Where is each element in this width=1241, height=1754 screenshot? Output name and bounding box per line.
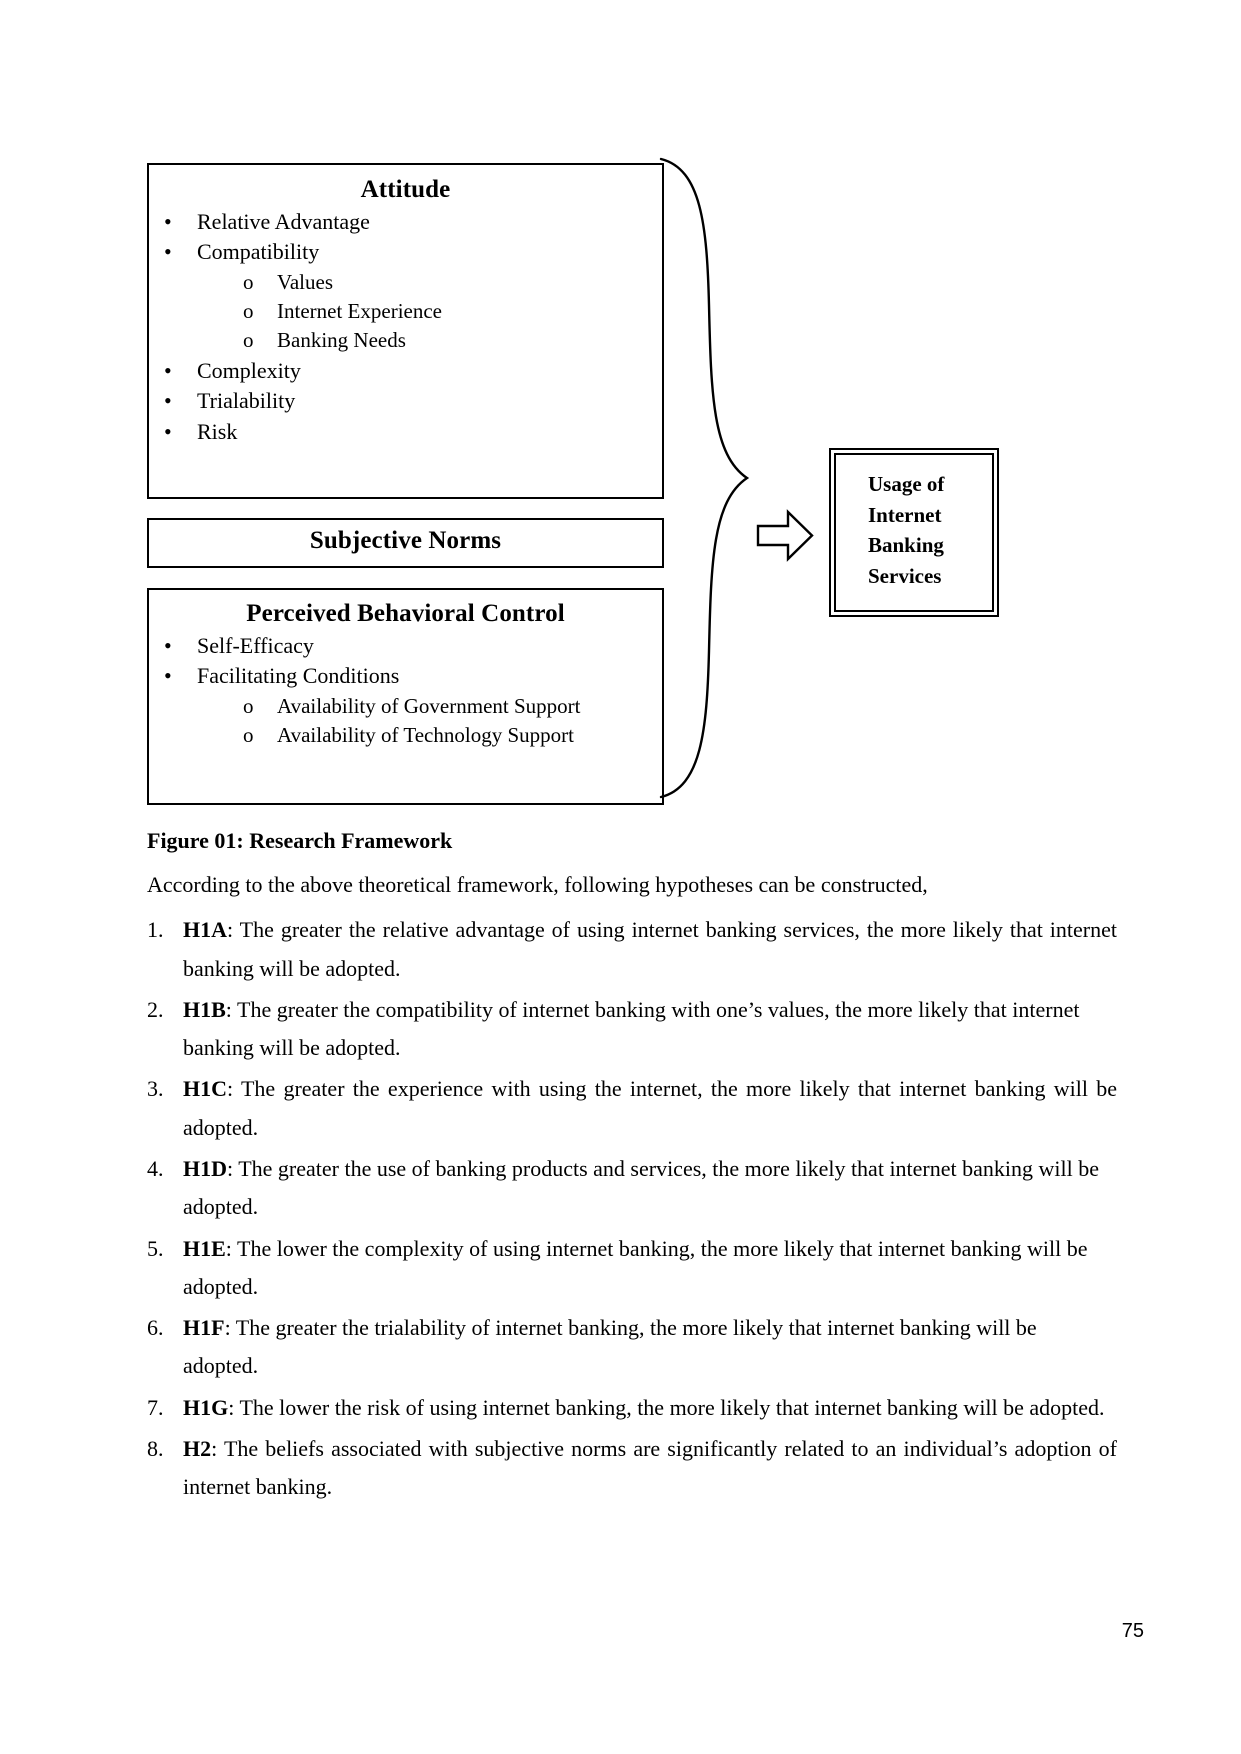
- hypothesis-tag: H1A: [183, 917, 227, 943]
- hypothesis-tag: H1D: [183, 1155, 227, 1181]
- bullet-icon: •: [164, 388, 172, 414]
- bullet-icon: •: [164, 208, 172, 234]
- hypothesis-text: H1B: The greater the compatibility of in…: [183, 991, 1117, 1068]
- subjective-norms-box-title: Subjective Norms: [309, 527, 502, 554]
- right-curly-brace-icon: [659, 157, 750, 799]
- hypothesis-body: : The greater the experience with using …: [183, 1076, 1117, 1140]
- hypothesis-item: H1G: The lower the risk of using interne…: [147, 1389, 1117, 1428]
- bullet-icon: •: [164, 357, 172, 383]
- perceived-behavioral-control-box: Perceived Behavioral Control • Self-Effic…: [147, 588, 664, 805]
- hypothesis-body: : The beliefs associated with subjective…: [183, 1435, 1117, 1500]
- usage-box-line: Banking: [868, 533, 944, 558]
- bullet-icon: •: [164, 419, 172, 445]
- bullet-icon: •: [164, 239, 172, 265]
- list-item: • Facilitating Conditions o Availability of…: [149, 661, 662, 750]
- list-item: • Compatibility o Values o Internet Experienc…: [149, 237, 662, 356]
- attitude-box-title: Attitude: [360, 176, 451, 203]
- sub-list-item: o Internet Experience: [227, 297, 662, 326]
- perceived-behavioral-control-item-list: • Self-Efficacy • Facilitating Conditions o A…: [149, 631, 662, 751]
- hypothesis-tag: H1C: [183, 1076, 227, 1102]
- sub-item-list: o Availability of Government Support o Avai…: [227, 692, 662, 751]
- sub-list-item-label: Values: [277, 269, 333, 294]
- list-item-label: Trialability: [197, 388, 296, 414]
- usage-box-inner-border: Usage of Internet Banking Services: [834, 453, 994, 612]
- hypothesis-tag: H1G: [183, 1394, 229, 1420]
- bullet-icon: •: [164, 632, 172, 658]
- list-item-label: Relative Advantage: [197, 208, 370, 234]
- hypothesis-text: H1F: The greater the trialability of int…: [183, 1309, 1117, 1386]
- research-framework-figure: Attitude • Relative Advantage • Compatibili…: [0, 0, 1241, 820]
- hypothesis-body: : The greater the compatibility of inter…: [183, 996, 1080, 1061]
- sub-list-item: o Banking Needs: [227, 326, 662, 355]
- list-item: • Risk: [149, 417, 662, 448]
- sub-list-item-label: Internet Experience: [277, 299, 442, 324]
- hypothesis-body: : The lower the complexity of using inte…: [183, 1235, 1088, 1299]
- list-item-label: Risk: [197, 419, 238, 445]
- hypothesis-body: : The greater the relative advantage of …: [183, 917, 1117, 981]
- hypothesis-tag: H1E: [183, 1235, 226, 1261]
- intro-paragraph: According to the above theoretical frame…: [147, 871, 928, 897]
- usage-of-internet-banking-services-box: Usage of Internet Banking Services: [829, 448, 999, 617]
- attitude-item-list: • Relative Advantage • Compatibility o Values…: [149, 207, 662, 448]
- hypothesis-tag: H1B: [183, 996, 226, 1022]
- circle-bullet-icon: o: [243, 693, 254, 718]
- list-item: • Self-Efficacy: [149, 631, 662, 662]
- list-item-label: Facilitating Conditions: [197, 663, 400, 689]
- usage-box-line: Services: [868, 563, 942, 588]
- hypothesis-body: : The lower the risk of using internet b…: [228, 1394, 1105, 1420]
- list-item-label: Compatibility: [197, 239, 320, 265]
- sub-list-item: o Availability of Technology Support: [227, 721, 662, 750]
- sub-list-item-label: Banking Needs: [277, 328, 406, 353]
- circle-bullet-icon: o: [243, 269, 254, 294]
- usage-box-line: Internet: [868, 502, 942, 527]
- hypothesis-item: H1E: The lower the complexity of using i…: [147, 1230, 1117, 1307]
- hypothesis-body: : The greater the trialability of intern…: [183, 1315, 1037, 1379]
- circle-bullet-icon: o: [243, 328, 254, 353]
- sub-list-item: o Values: [227, 268, 662, 297]
- sub-list-item-label: Availability of Government Support: [277, 693, 581, 718]
- document-body: Figure 01: Research Framework According …: [147, 826, 1117, 1509]
- list-item: • Trialability: [149, 386, 662, 417]
- hypothesis-tag: H1F: [183, 1315, 225, 1341]
- hypothesis-item: H2: The beliefs associated with subjecti…: [147, 1430, 1117, 1507]
- attitude-box: Attitude • Relative Advantage • Compatibili…: [147, 163, 664, 499]
- page-number: 75: [1121, 1620, 1144, 1642]
- right-block-arrow-icon: [756, 509, 814, 562]
- hypotheses-list: H1A: The greater the relative advantage …: [147, 911, 1117, 1506]
- hypothesis-text: H1D: The greater the use of banking prod…: [183, 1150, 1117, 1227]
- hypothesis-text: H1E: The lower the complexity of using i…: [183, 1230, 1117, 1307]
- perceived-behavioral-control-box-title: Perceived Behavioral Control: [246, 600, 565, 627]
- hypothesis-body: : The greater the use of banking product…: [183, 1155, 1099, 1220]
- sub-item-list: o Values o Internet Experience o Banking Need…: [227, 268, 662, 356]
- hypothesis-item: H1C: The greater the experience with usi…: [147, 1070, 1117, 1147]
- hypothesis-item: H1B: The greater the compatibility of in…: [147, 991, 1117, 1068]
- hypothesis-item: H1F: The greater the trialability of int…: [147, 1309, 1117, 1386]
- figure-caption: Figure 01: Research Framework: [147, 828, 453, 853]
- hypothesis-item: H1D: The greater the use of banking prod…: [147, 1150, 1117, 1227]
- bullet-icon: •: [164, 663, 172, 689]
- list-item-label: Complexity: [197, 357, 301, 383]
- hypothesis-text: H1A: The greater the relative advantage …: [183, 911, 1117, 988]
- list-item: • Relative Advantage: [149, 207, 662, 238]
- hypothesis-text: H2: The beliefs associated with subjecti…: [183, 1430, 1117, 1507]
- list-item: • Complexity: [149, 356, 662, 387]
- hypothesis-text: H1G: The lower the risk of using interne…: [183, 1389, 1117, 1427]
- circle-bullet-icon: o: [243, 723, 254, 748]
- sub-list-item-label: Availability of Technology Support: [277, 723, 574, 748]
- hypothesis-item: H1A: The greater the relative advantage …: [147, 911, 1117, 988]
- sub-list-item: o Availability of Government Support: [227, 692, 662, 721]
- subjective-norms-box: Subjective Norms: [147, 518, 664, 568]
- document-page: Attitude • Relative Advantage • Compatibili…: [0, 0, 1241, 1754]
- hypothesis-tag: H2: [183, 1435, 212, 1461]
- circle-bullet-icon: o: [243, 299, 254, 324]
- usage-box-line: Usage of: [868, 472, 945, 496]
- list-item-label: Self-Efficacy: [197, 632, 314, 658]
- hypothesis-text: H1C: The greater the experience with usi…: [183, 1070, 1117, 1147]
